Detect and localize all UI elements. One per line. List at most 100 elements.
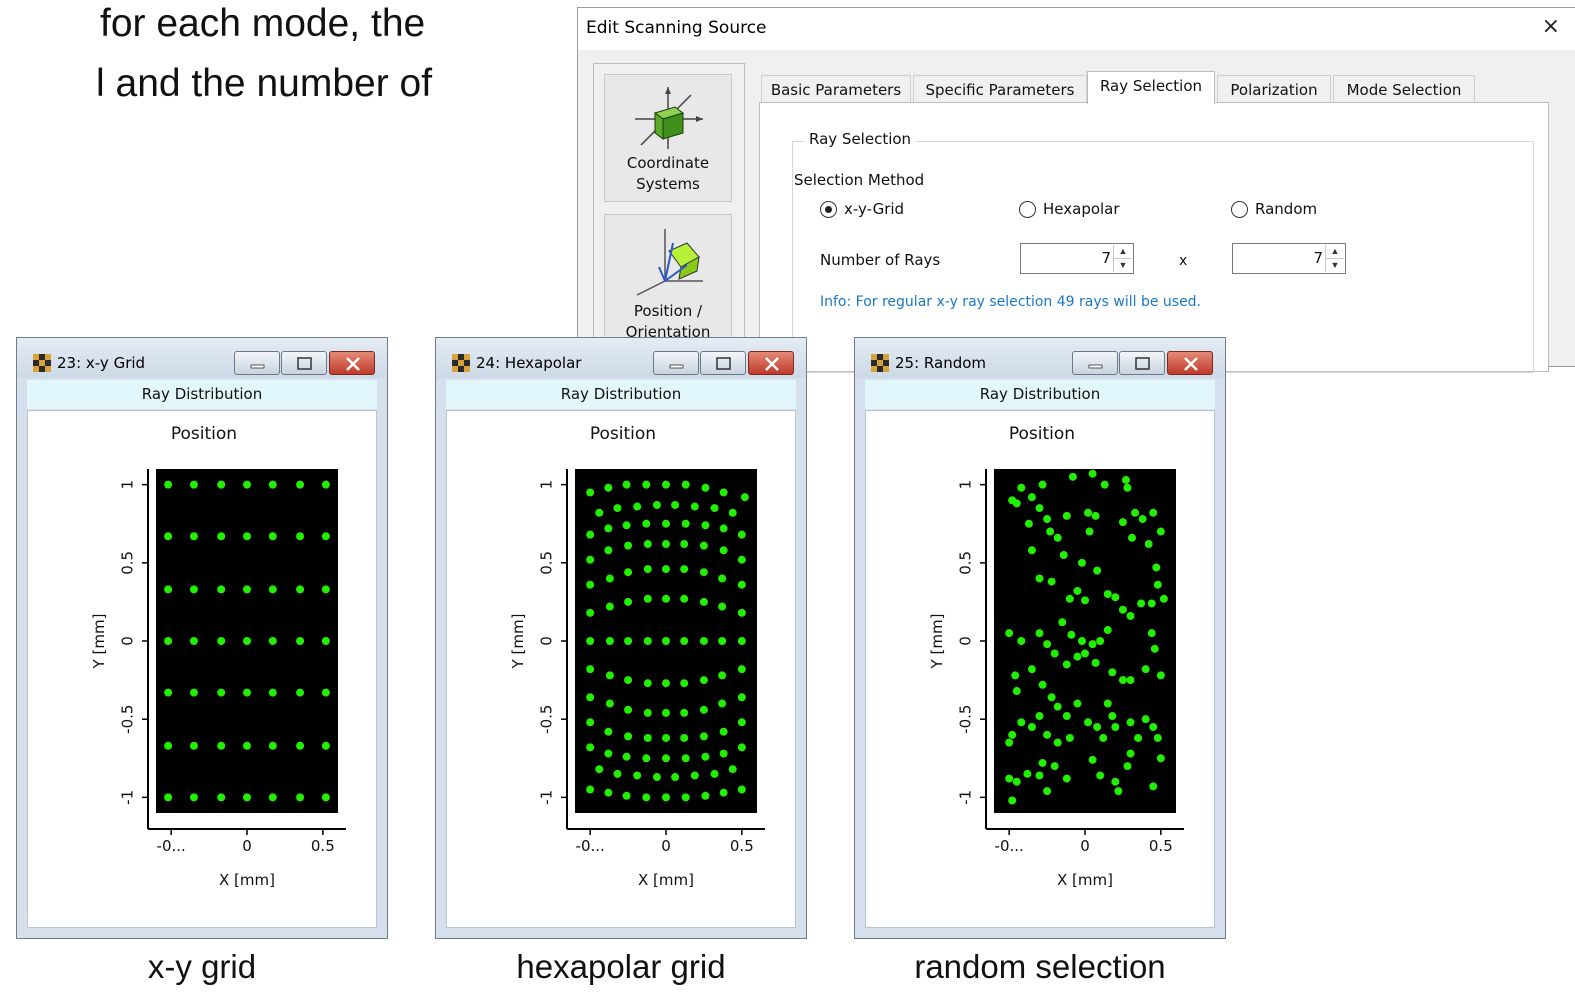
y-tick-label: 0 [957,636,975,646]
rays-y-stepper[interactable]: 7 ▲ ▼ [1232,243,1346,274]
data-point [1100,480,1109,489]
data-point [662,565,670,574]
caption-random-selection: random selection [914,948,1166,985]
data-point [643,637,652,645]
data-point [662,519,670,528]
close-button[interactable] [748,351,794,375]
chevron-up-icon[interactable]: ▲ [1114,245,1132,258]
tab-ray-selection[interactable]: Ray Selection [1087,71,1215,104]
stepper-arrows: ▲ ▼ [1113,245,1132,272]
close-icon[interactable]: × [1542,14,1560,39]
data-point [1091,511,1100,520]
radio-hexapolar[interactable]: Hexapolar [1019,200,1120,218]
data-point [321,793,330,802]
data-point [268,793,277,802]
x-axis-label: X [mm] [219,871,275,889]
tab-polarization[interactable]: Polarization [1217,75,1331,103]
plot-window-xy-grid: 23: x-y Grid Ray Distribution Position -1… [16,337,388,939]
data-point [1059,551,1068,559]
data-point [296,585,305,594]
close-button[interactable] [329,351,375,375]
data-point [1008,730,1017,739]
data-point [662,793,670,802]
data-point [217,793,226,802]
chevron-down-icon[interactable]: ▼ [1326,258,1344,272]
data-point [737,555,746,564]
data-point [243,741,251,750]
data-point [1062,774,1071,783]
maximize-button[interactable] [281,351,327,375]
rays-x-stepper[interactable]: 7 ▲ ▼ [1020,243,1134,274]
data-point [718,671,727,680]
chevron-down-icon[interactable]: ▼ [1114,258,1132,272]
position-scatter-chart: Position -1 -0.5 0 0.5 1 -0... 0 0.5 X [mm] Y [mm] [509,424,765,889]
data-point [1050,649,1059,658]
minimize-icon [669,364,684,369]
minimize-button[interactable] [1072,351,1118,375]
data-point [1091,658,1100,667]
x-tick-label: -0... [157,837,186,855]
data-point [1093,566,1102,575]
data-point [1047,693,1056,702]
data-point [662,679,670,688]
slide-text-line1: for each mode, the [100,2,426,45]
radio-label: x-y-Grid [844,200,905,218]
window-title: 23: x-y Grid [57,354,146,372]
data-point [296,688,305,697]
data-point [296,741,305,750]
data-point [680,594,689,603]
ray-distribution-header: Ray Distribution [27,380,377,409]
nav-label-line1: Coordinate [626,154,710,172]
data-point [321,637,330,645]
data-point [652,500,661,509]
radio-random[interactable]: Random [1231,200,1317,218]
data-point [1043,730,1052,739]
data-point [586,530,595,539]
data-point [699,732,708,741]
data-point [586,743,595,752]
data-point [604,727,613,736]
x-tick-label: -0... [576,837,605,855]
minimize-button[interactable] [653,351,699,375]
data-point [586,608,595,617]
x-tick-label: 0.5 [1149,837,1173,855]
ray-distribution-header: Ray Distribution [446,380,796,409]
data-point [737,785,746,794]
y-tick-label: 0.5 [119,551,137,575]
data-point [728,508,737,517]
stepper-arrows: ▲ ▼ [1325,245,1344,272]
data-point [690,771,699,780]
data-point [604,524,613,533]
data-point [1024,519,1033,528]
data-point [699,541,708,550]
data-point [1153,733,1162,742]
chevron-up-icon[interactable]: ▲ [1326,245,1344,258]
dialog-title: Edit Scanning Source [586,18,767,38]
data-point [189,793,198,802]
data-point [719,546,728,555]
radio-xy-grid[interactable]: x-y-Grid [820,200,904,218]
data-point [1149,782,1158,791]
data-point [690,502,699,511]
window-title: 25: Random [895,354,987,372]
data-point [1017,483,1026,492]
close-button[interactable] [1167,351,1213,375]
navigation-pane: Coordinate Systems Position / Orientatio… [593,63,745,374]
data-point [605,699,614,708]
maximize-button[interactable] [1119,351,1165,375]
data-point [643,733,652,742]
tab-specific-parameters[interactable]: Specific Parameters [913,75,1087,103]
tab-basic-parameters[interactable]: Basic Parameters [761,75,911,103]
data-point [1035,771,1044,780]
data-point [189,688,198,697]
data-point [1123,762,1132,771]
tab-mode-selection[interactable]: Mode Selection [1333,75,1475,103]
window-titlebar: 25: Random [855,338,1225,378]
data-point [1111,723,1120,731]
data-point [1131,508,1140,517]
data-point [217,688,226,697]
maximize-button[interactable] [700,351,746,375]
x-axis-label: X [mm] [638,871,694,889]
minimize-button[interactable] [234,351,280,375]
nav-item-coordinate-systems[interactable]: Coordinate Systems [604,74,732,202]
